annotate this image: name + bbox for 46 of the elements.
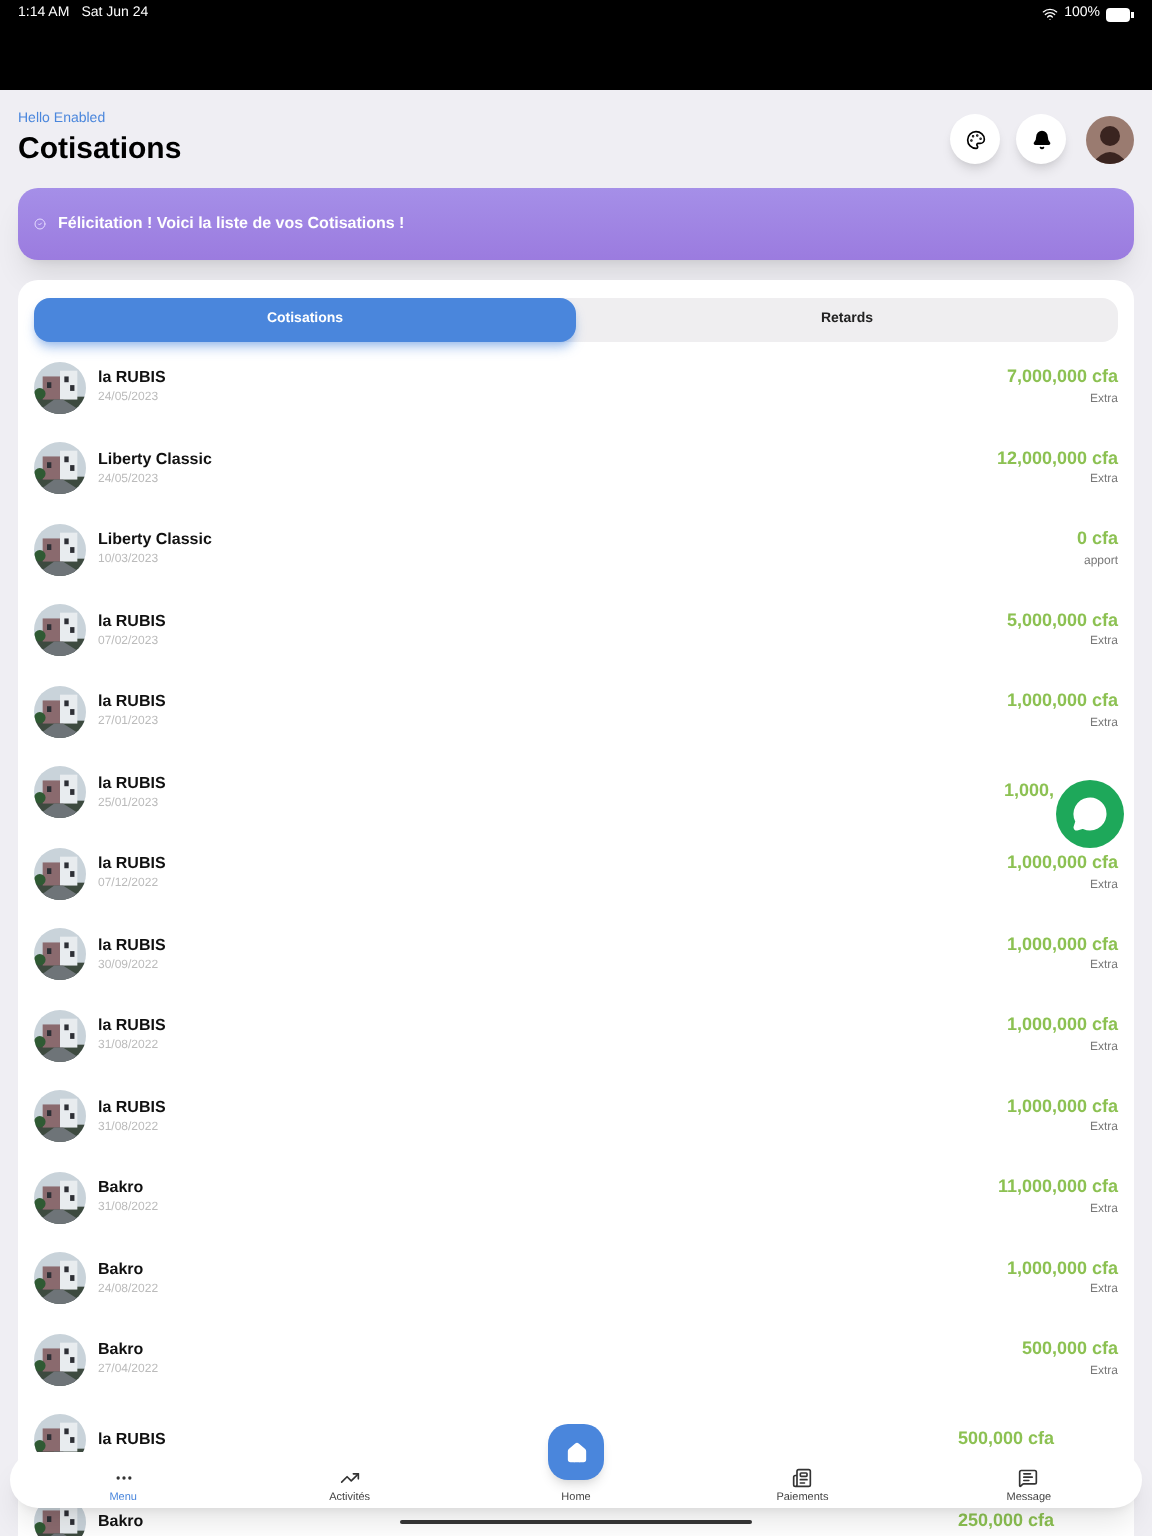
project-name: Bakro — [98, 1509, 144, 1533]
amount: 12,000,000 cfa — [996, 445, 1118, 472]
project-name: la RUBIS — [98, 1428, 166, 1452]
amount: 1,000,000 cfa — [1006, 688, 1118, 715]
project-name: Bakro — [98, 1338, 146, 1362]
project-name: la RUBIS — [98, 771, 166, 795]
battery-icon — [1106, 7, 1134, 22]
project-name: la RUBIS — [98, 609, 166, 633]
amount: 7,000,000 cfa — [1006, 364, 1118, 391]
bell-icon — [1031, 129, 1051, 150]
project-name: Bakro — [98, 1176, 146, 1200]
amount: 5,000,000 cfa — [1006, 607, 1118, 634]
project-name: la RUBIS — [98, 690, 166, 714]
amount: 1,000,000 cfa — [1006, 1093, 1118, 1120]
project-name: Liberty Classic — [98, 447, 212, 471]
amount: 0 cfa — [1076, 526, 1118, 553]
newspaper-icon — [792, 1467, 813, 1487]
amount: 1,000,000 cfa — [1006, 931, 1118, 958]
palette-icon — [965, 129, 985, 150]
home-icon — [565, 1441, 587, 1463]
theme-button[interactable] — [950, 114, 1000, 165]
banner-message: Félicitation ! Voici la liste de vos Cotisations ! — [58, 212, 405, 237]
amount: 11,000,000 cfa — [997, 1174, 1118, 1201]
project-name: la RUBIS — [98, 852, 166, 876]
wifi-icon — [1042, 6, 1059, 23]
project-name: Liberty Classic — [98, 528, 212, 552]
amount: 1,000,000 cfa — [1006, 850, 1118, 877]
project-name: la RUBIS — [98, 1014, 166, 1038]
chart-icon — [339, 1467, 360, 1487]
amount: 1,000, — [1003, 778, 1054, 805]
profile-avatar[interactable] — [1086, 115, 1134, 164]
amount: 500,000 cfa — [957, 1426, 1054, 1453]
project-name: la RUBIS — [98, 366, 166, 390]
page-title: Cotisations — [18, 131, 182, 169]
project-name: Bakro — [98, 1257, 146, 1281]
check-icon — [34, 218, 46, 231]
amount: 1,000,000 cfa — [1006, 1012, 1118, 1039]
amount: 1,000,000 cfa — [1006, 1255, 1118, 1282]
project-name: la RUBIS — [98, 933, 166, 957]
chat-icon — [1072, 796, 1108, 832]
project-name: la RUBIS — [98, 1095, 166, 1119]
notifications-button[interactable] — [1016, 114, 1066, 165]
amount: 500,000 cfa — [1021, 1336, 1118, 1363]
amount: 250,000 cfa — [957, 1507, 1054, 1534]
home-button[interactable] — [548, 1424, 604, 1480]
message-icon — [1018, 1467, 1039, 1487]
